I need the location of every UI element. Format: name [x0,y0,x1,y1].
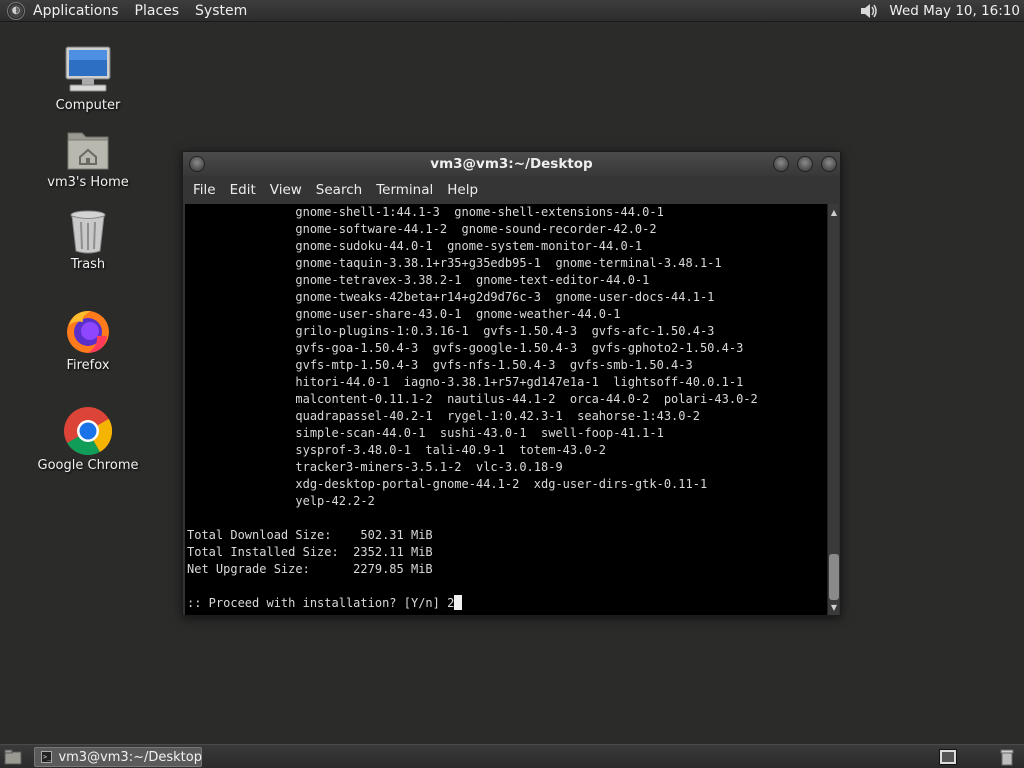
terminal-line: gnome-tetravex-3.38.2-1 gnome-text-edito… [187,273,650,287]
terminal-line: xdg-desktop-portal-gnome-44.1-2 xdg-user… [187,477,708,491]
computer-icon [65,46,111,92]
top-panel: ◐ Applications Places System Wed May 10,… [0,0,1024,22]
menu-edit[interactable]: Edit [224,182,264,198]
terminal-line: gvfs-goa-1.50.4-3 gvfs-google-1.50.4-3 g… [187,341,744,355]
terminal-line: gvfs-mtp-1.50.4-3 gvfs-nfs-1.50.4-3 gvfs… [187,358,693,372]
terminal-line: grilo-plugins-1:0.3.16-1 gvfs-1.50.4-3 g… [187,324,715,338]
clock[interactable]: Wed May 10, 16:10 [889,3,1020,19]
terminal-line: simple-scan-44.0-1 sushi-43.0-1 swell-fo… [187,426,664,440]
desktop-icon-home[interactable]: vm3's Home [38,127,138,190]
terminal-scrollbar[interactable]: ▲ ▼ [827,204,839,615]
panel-tray: Wed May 10, 16:10 [857,0,1024,22]
terminal-menubar: File Edit View Search Terminal Help [183,176,840,204]
desktop-icon-label: Computer [55,98,121,113]
applications-menu[interactable]: Applications [33,3,119,19]
menu-search[interactable]: Search [310,182,370,198]
firefox-icon [67,310,109,353]
terminal-output[interactable]: gnome-shell-1:44.1-3 gnome-shell-extensi… [185,204,827,615]
trash-applet-icon[interactable] [998,748,1016,766]
terminal-line: Net Upgrade Size: 2279.85 MiB [187,562,433,576]
desktop-icon-label: Trash [70,257,106,272]
terminal-line: gnome-sudoku-44.0-1 gnome-system-monitor… [187,239,643,253]
menu-file[interactable]: File [187,182,224,198]
scroll-down-arrow-icon[interactable]: ▼ [828,601,840,613]
menu-view[interactable]: View [264,182,310,198]
text-cursor [454,595,463,610]
terminal-line: quadrapassel-40.2-1 rygel-1:0.42.3-1 sea… [187,409,700,423]
terminal-line: sysprof-3.48.0-1 tali-40.9-1 totem-43.0-… [187,443,607,457]
desktop-icon-computer[interactable]: Computer [38,44,138,113]
desktop-icon-label: vm3's Home [47,175,129,190]
desktop-icon-chrome[interactable]: Google Chrome [38,406,138,473]
terminal-line: Total Download Size: 502.31 MiB [187,528,433,542]
minimize-button[interactable] [773,156,789,172]
terminal-line: gnome-user-share-43.0-1 gnome-weather-44… [187,307,621,321]
terminal-prompt-line[interactable]: :: Proceed with installation? [Y/n] 2 [187,595,463,612]
prompt-text: :: Proceed with installation? [Y/n] 2 [187,596,455,610]
desktop-icon-label: Firefox [66,358,110,373]
terminal-line: malcontent-0.11.1-2 nautilus-44.1-2 orca… [187,392,758,406]
maximize-button[interactable] [797,156,813,172]
trash-icon [70,210,106,254]
terminal-window[interactable]: vm3@vm3:~/Desktop File Edit View Search … [182,151,841,616]
desktop-icon-label: Google Chrome [37,458,139,473]
taskbar-window-button[interactable]: >_ vm3@vm3:~/Desktop [34,747,202,767]
terminal-line: gnome-tweaks-42beta+r14+g2d9d76c-3 gnome… [187,290,715,304]
terminal-line: hitori-44.0-1 iagno-3.38.1+r57+gd147e1a-… [187,375,744,389]
menu-terminal[interactable]: Terminal [370,182,441,198]
terminal-line: yelp-42.2-2 [187,494,375,508]
show-desktop-icon[interactable] [4,749,22,765]
taskbar-window-label: vm3@vm3:~/Desktop [58,749,202,765]
main-menu-logo-icon[interactable]: ◐ [7,1,25,20]
terminal-line: gnome-shell-1:44.1-3 gnome-shell-extensi… [187,205,664,219]
chrome-icon [64,407,113,456]
window-titlebar[interactable]: vm3@vm3:~/Desktop [183,152,840,176]
bottom-panel: >_ vm3@vm3:~/Desktop [0,744,1024,768]
desktop-icon-trash[interactable]: Trash [38,207,138,272]
system-menu[interactable]: System [195,3,247,19]
terminal-line: gnome-taquin-3.38.1+r35+g35edb95-1 gnome… [187,256,722,270]
places-menu[interactable]: Places [135,3,180,19]
terminal-line: Total Installed Size: 2352.11 MiB [187,545,433,559]
menu-help[interactable]: Help [441,182,486,198]
terminal-icon: >_ [41,751,53,763]
scroll-up-arrow-icon[interactable]: ▲ [828,206,840,218]
window-title: vm3@vm3:~/Desktop [430,156,593,172]
scrollbar-thumb[interactable] [829,554,839,600]
window-menu-button[interactable] [189,156,205,172]
volume-icon[interactable] [857,0,881,22]
desktop-icon-firefox[interactable]: Firefox [38,306,138,373]
workspace-switcher[interactable] [939,749,957,765]
home-folder-icon [67,132,109,170]
terminal-line: tracker3-miners-3.5.1-2 vlc-3.0.18-9 [187,460,563,474]
terminal-line: gnome-software-44.1-2 gnome-sound-record… [187,222,657,236]
close-button[interactable] [821,156,837,172]
